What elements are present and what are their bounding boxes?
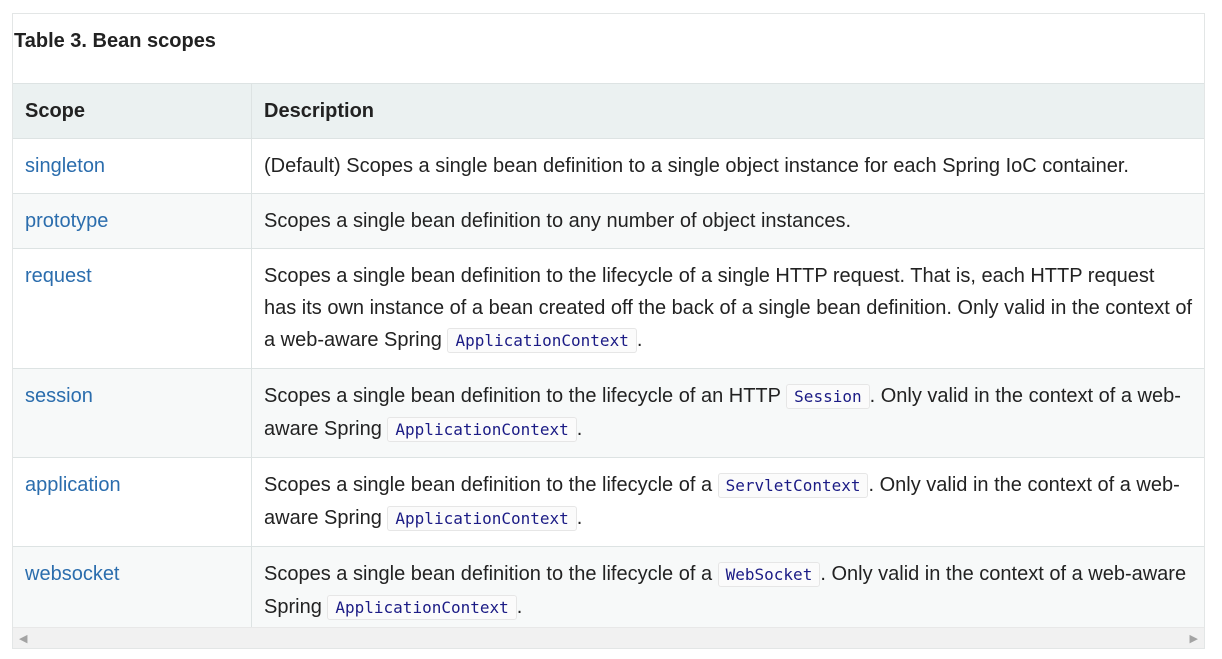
description-text: Scopes a single bean definition to the l…: [264, 563, 718, 585]
row-description: (Default) Scopes a single bean definitio…: [251, 138, 1204, 194]
row-description: Scopes a single bean definition to the l…: [251, 457, 1204, 547]
scope-link-session[interactable]: session: [25, 385, 93, 407]
scope-link-prototype[interactable]: prototype: [25, 210, 108, 232]
scroll-left-icon[interactable]: ◀: [19, 632, 27, 645]
code-application-context: ApplicationContext: [387, 417, 577, 442]
description-text: Scopes a single bean definition to any n…: [264, 210, 852, 232]
horizontal-scrollbar[interactable]: ◀ ▶: [13, 627, 1204, 648]
description-text: Scopes a single bean definition to the l…: [264, 474, 718, 496]
table-row: request Scopes a single bean definition …: [13, 248, 1204, 369]
scope-link-application[interactable]: application: [25, 474, 121, 496]
code-servlet-context: ServletContext: [717, 473, 869, 498]
description-text: Scopes a single bean definition to the l…: [264, 265, 1192, 351]
row-description: Scopes a single bean definition to the l…: [251, 368, 1204, 458]
table-row: singleton (Default) Scopes a single bean…: [13, 138, 1204, 194]
header-scope: Scope: [13, 83, 252, 139]
header-description: Description: [251, 83, 1204, 139]
code-application-context: ApplicationContext: [327, 595, 517, 620]
scroll-right-icon[interactable]: ▶: [1190, 632, 1198, 645]
row-description: Scopes a single bean definition to the l…: [251, 546, 1204, 636]
row-description: Scopes a single bean definition to the l…: [251, 248, 1204, 369]
description-text: (Default) Scopes a single bean definitio…: [264, 155, 1129, 177]
description-text: .: [576, 507, 583, 529]
table-container: Table 3. Bean scopes Scope Description s…: [12, 13, 1205, 649]
description-text: Scopes a single bean definition to the l…: [264, 385, 787, 407]
scope-link-singleton[interactable]: singleton: [25, 155, 105, 177]
table-row: session Scopes a single bean definition …: [13, 368, 1204, 458]
code-application-context: ApplicationContext: [447, 328, 637, 353]
scope-link-websocket[interactable]: websocket: [25, 563, 120, 585]
code-application-context: ApplicationContext: [387, 506, 577, 531]
table-header-row: Scope Description: [13, 83, 1204, 139]
table-row: prototype Scopes a single bean definitio…: [13, 193, 1204, 249]
scope-link-request[interactable]: request: [25, 265, 92, 287]
description-text: .: [636, 329, 643, 351]
table-caption: Table 3. Bean scopes: [14, 30, 216, 52]
description-text: .: [516, 596, 523, 618]
code-session: Session: [786, 384, 870, 409]
bean-scopes-table: Scope Description singleton (Default) Sc…: [13, 83, 1204, 636]
description-text: .: [576, 418, 583, 440]
table-row: websocket Scopes a single bean definitio…: [13, 546, 1204, 636]
table-row: application Scopes a single bean definit…: [13, 457, 1204, 547]
code-websocket: WebSocket: [717, 562, 821, 587]
row-description: Scopes a single bean definition to any n…: [251, 193, 1204, 249]
